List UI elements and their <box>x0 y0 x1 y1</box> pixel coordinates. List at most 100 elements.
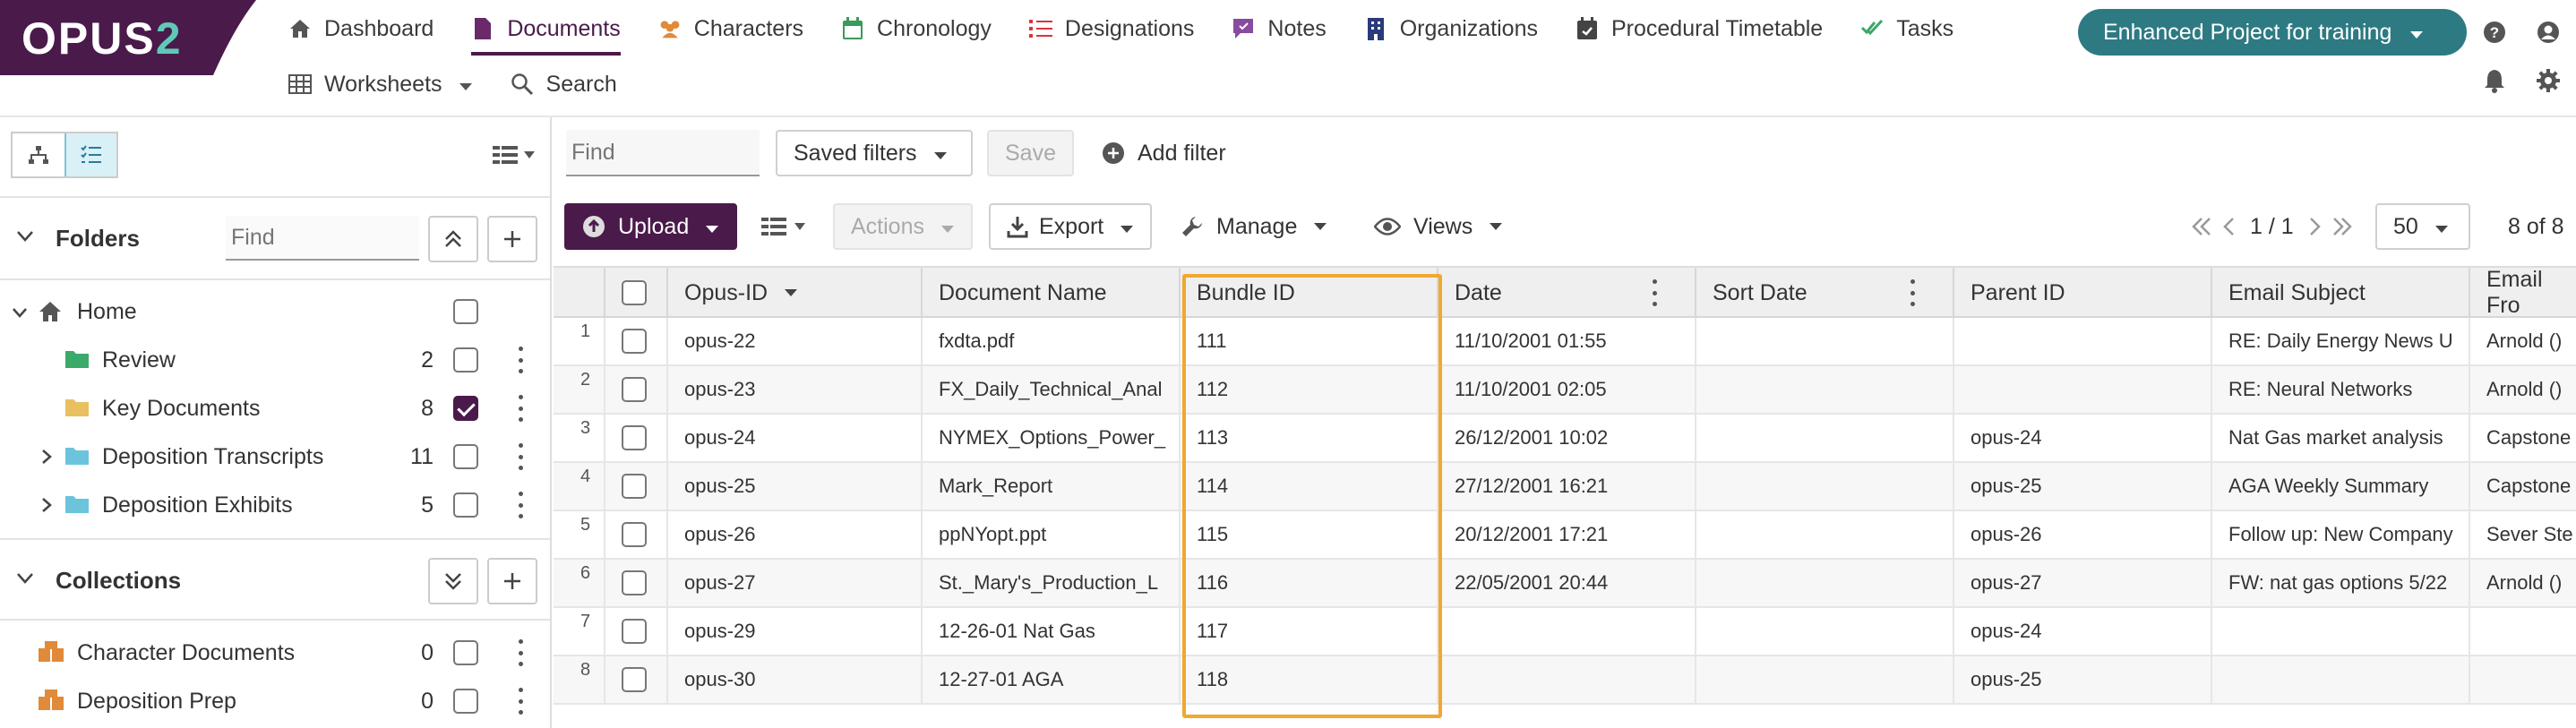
row-checkbox[interactable] <box>622 377 647 402</box>
sidebar-layout-menu[interactable] <box>493 144 536 166</box>
collapse-all-button[interactable] <box>428 216 478 262</box>
cell-subject: RE: Daily Energy News U <box>2211 318 2469 364</box>
column-header-opus-id[interactable]: Opus-ID <box>666 268 921 318</box>
next-page-icon[interactable] <box>2308 217 2323 236</box>
help-icon[interactable]: ? <box>2481 19 2508 46</box>
nav-designations[interactable]: Designations <box>1028 2 1194 56</box>
column-menu-icon[interactable] <box>1650 279 1659 306</box>
row-checkbox[interactable] <box>622 619 647 644</box>
kebab-menu-icon[interactable] <box>516 639 525 666</box>
kebab-menu-icon[interactable] <box>516 347 525 373</box>
list-view-button[interactable] <box>64 133 116 176</box>
last-page-icon[interactable] <box>2331 217 2353 236</box>
collection-row-deposition-prep[interactable]: Deposition Prep 0 <box>0 677 550 725</box>
user-icon[interactable] <box>2535 19 2562 46</box>
save-filter-button[interactable]: Save <box>987 130 1074 176</box>
column-chooser-button[interactable] <box>761 203 806 250</box>
row-checkbox[interactable] <box>622 522 647 547</box>
gear-icon[interactable] <box>2535 67 2562 94</box>
folder-row-home[interactable]: Home <box>0 287 550 336</box>
nav-organizations[interactable]: Organizations <box>1364 2 1538 56</box>
bell-icon[interactable] <box>2481 67 2508 94</box>
folders-header: Folders <box>0 198 550 280</box>
folder-checkbox-review[interactable] <box>453 347 478 373</box>
expand-all-button[interactable] <box>428 558 478 604</box>
previous-page-icon[interactable] <box>2221 217 2236 236</box>
chevron-down-icon[interactable] <box>16 572 34 585</box>
table-row[interactable]: 4 opus-25 Mark_Report 114 27/12/2001 16:21 op… <box>554 463 2576 511</box>
saved-filters-dropdown[interactable]: Saved filters <box>776 130 973 176</box>
nav-documents[interactable]: Documents <box>471 2 622 56</box>
table-row[interactable]: 8 opus-30 12-27-01 AGA 118 opus-25 <box>554 656 2576 705</box>
folders-find-input[interactable] <box>226 216 419 261</box>
table-row[interactable]: 6 opus-27 St._Mary's_Production_L 116 22/05/… <box>554 560 2576 608</box>
download-icon <box>1007 217 1028 238</box>
table-row[interactable]: 7 opus-29 12-26-01 Nat Gas 117 opus-24 <box>554 608 2576 656</box>
tree-view-button[interactable] <box>13 133 64 176</box>
row-checkbox[interactable] <box>622 570 647 595</box>
kebab-menu-icon[interactable] <box>516 688 525 715</box>
plus-circle-icon <box>1103 142 1124 164</box>
page-size-select[interactable]: 50 <box>2375 203 2470 250</box>
chevron-down-icon[interactable] <box>11 304 29 321</box>
nav-procedural-timetable[interactable]: Procedural Timetable <box>1576 2 1823 56</box>
actions-dropdown[interactable]: Actions <box>833 203 973 250</box>
nav-search[interactable]: Search <box>511 57 617 111</box>
manage-dropdown[interactable]: Manage <box>1181 203 1327 250</box>
column-header-date[interactable]: Date <box>1437 268 1695 318</box>
table-row[interactable]: 1 opus-22 fxdta.pdf 111 11/10/2001 01:55 RE: … <box>554 318 2576 366</box>
cell-parent <box>1953 366 2211 413</box>
folder-checkbox-deposition-exhibits[interactable] <box>453 492 478 518</box>
table-row[interactable]: 3 opus-24 NYMEX_Options_Power_ 113 26/12/200… <box>554 415 2576 463</box>
row-checkbox[interactable] <box>622 425 647 450</box>
folder-row-key-documents[interactable]: Key Documents 8 <box>0 384 550 433</box>
nav-chronology[interactable]: Chronology <box>841 2 992 56</box>
column-header-email-subject[interactable]: Email Subject <box>2211 268 2469 318</box>
nav-notes[interactable]: Notes <box>1232 2 1327 56</box>
folder-row-deposition-transcripts[interactable]: Deposition Transcripts 11 <box>0 433 550 481</box>
chevron-down-icon[interactable] <box>16 230 34 243</box>
project-selector[interactable]: Enhanced Project for training <box>2078 9 2467 56</box>
column-header-sort-date[interactable]: Sort Date <box>1695 268 1953 318</box>
views-dropdown[interactable]: Views <box>1374 203 1503 250</box>
column-header-document-name[interactable]: Document Name <box>921 268 1179 318</box>
folder-checkbox-key-documents[interactable] <box>453 396 478 421</box>
chevron-right-icon[interactable] <box>38 448 56 466</box>
kebab-menu-icon[interactable] <box>516 443 525 470</box>
export-dropdown[interactable]: Export <box>989 203 1153 250</box>
collection-row-character-documents[interactable]: Character Documents 0 <box>0 629 550 677</box>
documents-find-input[interactable] <box>566 130 760 176</box>
nav-worksheets[interactable]: Worksheets <box>288 57 473 111</box>
cell-sort <box>1695 366 1953 413</box>
folder-row-review[interactable]: Review 2 <box>0 336 550 384</box>
document-icon <box>471 17 494 40</box>
upload-button[interactable]: Upload <box>564 203 738 250</box>
column-menu-icon[interactable] <box>1908 279 1917 306</box>
collection-checkbox-character-documents[interactable] <box>453 640 478 665</box>
table-row[interactable]: 2 opus-23 FX_Daily_Technical_Anal 112 11/10/… <box>554 366 2576 415</box>
table-row[interactable]: 5 opus-26 ppNYopt.ppt 115 20/12/2001 17:21 op… <box>554 511 2576 560</box>
first-page-icon[interactable] <box>2191 217 2212 236</box>
row-number: 5 <box>580 515 591 535</box>
column-header-email-from[interactable]: Email Fro <box>2469 267 2576 318</box>
select-all-checkbox[interactable] <box>622 280 647 305</box>
folder-row-deposition-exhibits[interactable]: Deposition Exhibits 5 <box>0 481 550 529</box>
add-folder-button[interactable] <box>487 216 537 262</box>
row-checkbox[interactable] <box>622 667 647 692</box>
kebab-menu-icon[interactable] <box>516 492 525 518</box>
opus2-logo[interactable]: OPUS2 <box>0 0 256 75</box>
chevron-right-icon[interactable] <box>38 496 56 514</box>
collection-checkbox-deposition-prep[interactable] <box>453 689 478 714</box>
folder-checkbox-deposition-transcripts[interactable] <box>453 444 478 469</box>
row-checkbox[interactable] <box>622 474 647 499</box>
add-collection-button[interactable] <box>487 558 537 604</box>
folder-checkbox-home[interactable] <box>453 299 478 324</box>
column-header-bundle-id[interactable]: Bundle ID <box>1179 268 1437 318</box>
row-checkbox[interactable] <box>622 329 647 354</box>
nav-tasks[interactable]: Tasks <box>1860 2 1953 56</box>
nav-characters[interactable]: Characters <box>658 2 803 56</box>
add-filter-button[interactable]: Add filter <box>1102 130 1226 176</box>
kebab-menu-icon[interactable] <box>516 395 525 422</box>
nav-dashboard[interactable]: Dashboard <box>288 2 434 56</box>
column-header-parent-id[interactable]: Parent ID <box>1953 268 2211 318</box>
